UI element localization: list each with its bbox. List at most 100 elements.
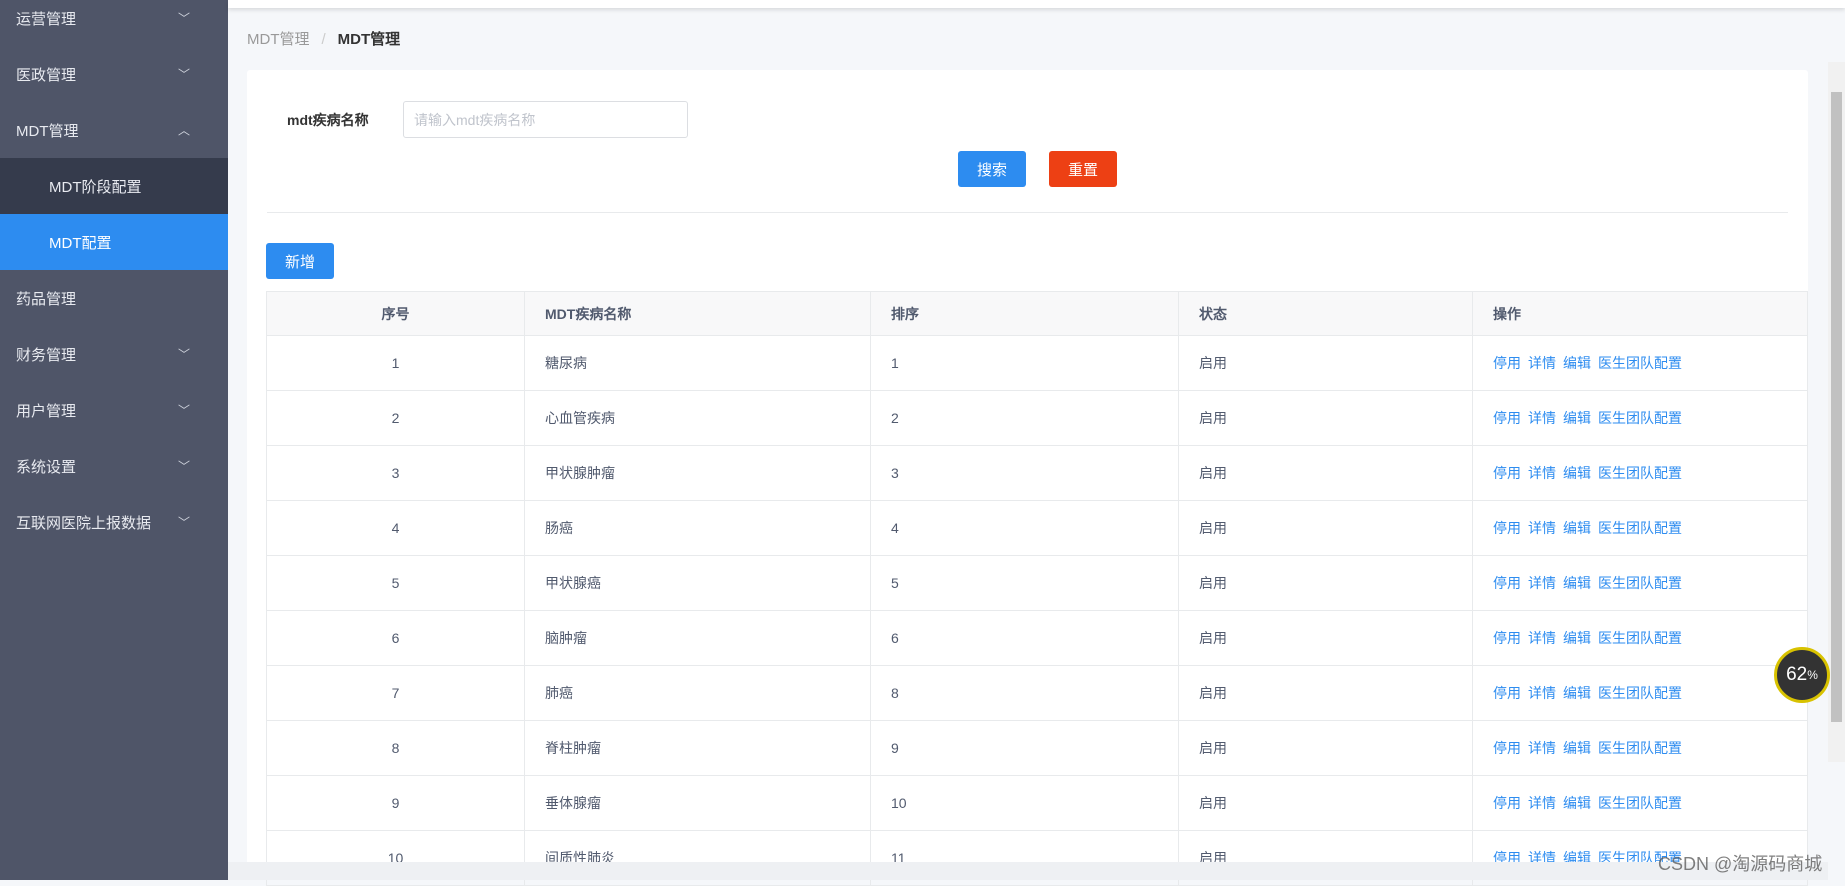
sidebar-item[interactable]: 系统设置 ﹀ [0,438,228,494]
cell-name: 甲状腺癌 [524,555,871,611]
table-row: 9 垂体腺瘤 10 启用 停用 详情 编辑 医生团队配置 [266,775,1808,831]
action-link[interactable]: 编辑 [1563,520,1591,536]
scrollbar-thumb[interactable] [1831,92,1842,722]
action-link[interactable]: 停用 [1493,520,1521,536]
action-link[interactable]: 医生团队配置 [1598,410,1682,426]
cell-actions: 停用 详情 编辑 医生团队配置 [1472,555,1808,611]
action-link[interactable]: 编辑 [1563,630,1591,646]
sidebar-item-label: 药品管理 [16,290,77,308]
action-link[interactable]: 编辑 [1563,740,1591,756]
breadcrumb: MDT管理 / MDT管理 [247,28,400,49]
cell-sort: 5 [870,555,1179,611]
action-link[interactable]: 停用 [1493,410,1521,426]
action-link[interactable]: 停用 [1493,740,1521,756]
action-link[interactable]: 详情 [1528,740,1556,756]
cell-actions: 停用 详情 编辑 医生团队配置 [1472,720,1808,776]
action-link[interactable]: 医生团队配置 [1598,740,1682,756]
cell-name: 心血管疾病 [524,390,871,446]
header-actions: 操作 [1472,291,1808,336]
sidebar-item[interactable]: 药品管理 [0,270,228,326]
cell-sort: 10 [870,775,1179,831]
chevron-down-icon: ﹀ [177,347,190,362]
action-link[interactable]: 编辑 [1563,685,1591,701]
sidebar-item[interactable]: 财务管理 ﹀ [0,326,228,382]
cell-name: 肺癌 [524,665,871,721]
cell-index: 3 [266,445,525,501]
cell-actions: 停用 详情 编辑 医生团队配置 [1472,500,1808,556]
action-link[interactable]: 详情 [1528,575,1556,591]
action-link[interactable]: 停用 [1493,630,1521,646]
disease-name-input[interactable] [403,101,688,138]
breadcrumb-parent[interactable]: MDT管理 [247,31,310,48]
sidebar: 运营管理 ﹀ 医政管理 ﹀ MDT管理 ︿ MDT阶段配置 MDT配置 药品管理 财务管理 ﹀ 用户管… [0,0,228,880]
search-button[interactable]: 搜索 [958,151,1026,187]
cell-name: 脊柱肿瘤 [524,720,871,776]
header-name: MDT疾病名称 [524,291,871,336]
reset-button[interactable]: 重置 [1049,151,1117,187]
sidebar-item-label: 系统设置 [16,458,77,476]
content-card: mdt疾病名称 搜索 重置 新增 序号 MDT疾病名称 排序 状态 操作 1糖尿… [247,70,1808,886]
action-link[interactable]: 详情 [1528,630,1556,646]
action-link[interactable]: 详情 [1528,685,1556,701]
cell-actions: 停用 详情 编辑 医生团队配置 [1472,665,1808,721]
action-link[interactable]: 医生团队配置 [1598,575,1682,591]
action-link[interactable]: 编辑 [1563,410,1591,426]
performance-widget[interactable]: 62% [1774,647,1830,703]
action-link[interactable]: 医生团队配置 [1598,355,1682,371]
top-bar [228,0,1845,8]
disease-name-label: mdt疾病名称 [287,112,369,128]
scrollbar[interactable] [1828,62,1845,762]
header-sort: 排序 [870,291,1179,336]
action-link[interactable]: 详情 [1528,795,1556,811]
action-link[interactable]: 医生团队配置 [1598,520,1682,536]
cell-index: 1 [266,335,525,391]
sidebar-item[interactable]: MDT配置 [0,214,228,270]
sidebar-item[interactable]: MDT阶段配置 [0,158,228,214]
action-link[interactable]: 停用 [1493,465,1521,481]
cell-status: 启用 [1178,500,1473,556]
cell-actions: 停用 详情 编辑 医生团队配置 [1472,775,1808,831]
action-link[interactable]: 医生团队配置 [1598,465,1682,481]
cell-status: 启用 [1178,610,1473,666]
table-row: 1 糖尿病 1 启用 停用 详情 编辑 医生团队配置 [266,335,1808,391]
sidebar-item-label: MDT配置 [49,234,112,252]
cell-sort: 1 [870,335,1179,391]
action-link[interactable]: 停用 [1493,795,1521,811]
chevron-down-icon: ﹀ [177,11,190,26]
chevron-down-icon: ﹀ [177,515,190,530]
action-link[interactable]: 停用 [1493,355,1521,371]
action-link[interactable]: 医生团队配置 [1598,795,1682,811]
action-link[interactable]: 停用 [1493,685,1521,701]
action-link[interactable]: 医生团队配置 [1598,630,1682,646]
cell-sort: 8 [870,665,1179,721]
action-link[interactable]: 编辑 [1563,355,1591,371]
chevron-down-icon: ﹀ [177,459,190,474]
cell-status: 启用 [1178,720,1473,776]
action-link[interactable]: 编辑 [1563,465,1591,481]
widget-value: 62 [1786,664,1808,685]
action-link[interactable]: 医生团队配置 [1598,685,1682,701]
sidebar-item-label: MDT管理 [16,122,79,140]
cell-actions: 停用 详情 编辑 医生团队配置 [1472,335,1808,391]
action-link[interactable]: 停用 [1493,575,1521,591]
sidebar-item[interactable]: MDT管理 ︿ [0,102,228,158]
horizontal-scrollbar[interactable] [228,862,1828,880]
action-link[interactable]: 详情 [1528,355,1556,371]
table-row: 6 脑肿瘤 6 启用 停用 详情 编辑 医生团队配置 [266,610,1808,666]
sidebar-item[interactable]: 互联网医院上报数据 ﹀ [0,494,228,550]
cell-name: 糖尿病 [524,335,871,391]
sidebar-item-label: 医政管理 [16,66,77,84]
mdt-table: 序号 MDT疾病名称 排序 状态 操作 1 糖尿病 1 启用 停用 详情 编辑 医生团队配置 2… [266,291,1808,886]
sidebar-item[interactable]: 运营管理 ﹀ [0,0,228,46]
cell-sort: 6 [870,610,1179,666]
table-row: 8 脊柱肿瘤 9 启用 停用 详情 编辑 医生团队配置 [266,720,1808,776]
cell-index: 8 [266,720,525,776]
sidebar-item[interactable]: 用户管理 ﹀ [0,382,228,438]
action-link[interactable]: 编辑 [1563,795,1591,811]
sidebar-item[interactable]: 医政管理 ﹀ [0,46,228,102]
add-button[interactable]: 新增 [266,243,334,279]
action-link[interactable]: 详情 [1528,520,1556,536]
action-link[interactable]: 详情 [1528,410,1556,426]
action-link[interactable]: 编辑 [1563,575,1591,591]
action-link[interactable]: 详情 [1528,465,1556,481]
